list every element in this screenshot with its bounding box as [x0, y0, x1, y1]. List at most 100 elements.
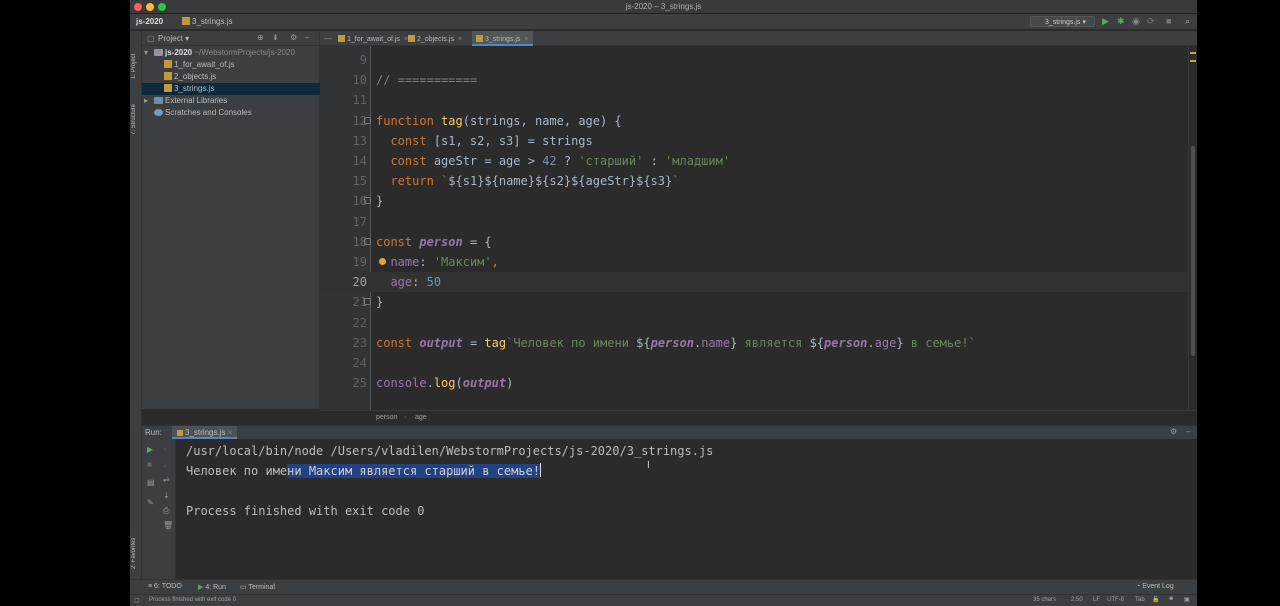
code-line[interactable]: 24 [320, 353, 1197, 373]
fold-marker-icon[interactable] [364, 116, 371, 124]
status-line-separator[interactable]: LF [1093, 597, 1100, 603]
code-line[interactable]: 13 const [s1, s2, s3] = strings [320, 131, 1197, 151]
close-tab-icon[interactable]: × [228, 428, 233, 437]
run-configuration-select[interactable]: 3_strings.js ▾ [1030, 16, 1095, 27]
status-position[interactable]: 2:50 [1071, 597, 1083, 603]
line-number[interactable]: 25 [320, 373, 367, 393]
editor-tab[interactable]: 1_for_await_of.js × [334, 31, 412, 46]
inspector-icon[interactable]: ☻ [1168, 596, 1174, 602]
run-tool-button[interactable]: ▶ 4: Run [198, 583, 226, 591]
line-number[interactable]: 9 [320, 50, 367, 70]
project-view-select[interactable]: Project ▾ [158, 34, 189, 43]
run-tab[interactable]: 3_strings.js × [172, 426, 238, 439]
run-icon[interactable]: ▶ [1102, 16, 1109, 27]
line-number[interactable]: 24 [320, 353, 367, 373]
lock-icon[interactable]: 🔓 [1152, 596, 1159, 603]
close-tab-icon[interactable]: × [458, 36, 462, 43]
line-number[interactable]: 18 [320, 232, 367, 252]
line-number[interactable]: 13 [320, 131, 367, 151]
nav-crumb-file[interactable]: 3_strings.js [182, 17, 232, 26]
editor-tab[interactable]: 2_objects.js × [404, 31, 466, 46]
line-number[interactable]: 12 [320, 111, 367, 131]
editor-tab-active[interactable]: 3_strings.js × [472, 31, 533, 46]
structure-tool-button[interactable]: 7: Structure [131, 87, 141, 135]
tree-file[interactable]: 2_objects.js [142, 71, 320, 83]
code-line[interactable]: 9 [320, 50, 1197, 70]
run-console[interactable]: ▶ ↑ ■ ↓ ▤ ⇌ ⇣ ✎ ⎙ 🗑 /usr/local/bin/node … [142, 439, 1197, 579]
nav-crumb-project[interactable]: js-2020 [136, 17, 163, 26]
tree-file[interactable]: 1_for_await_of.js [142, 59, 320, 71]
notifications-icon[interactable]: ▣ [1184, 596, 1190, 603]
gear-icon[interactable]: ⚙ [290, 33, 297, 42]
tab-menu-icon[interactable]: — [324, 34, 332, 43]
code-line[interactable]: 22 [320, 313, 1197, 333]
status-message[interactable]: Process finished with exit code 0 [149, 597, 236, 603]
code-line[interactable]: 15 return `${s1}${name}${s2}${ageStr}${s… [320, 171, 1197, 191]
fold-marker-icon[interactable] [364, 237, 371, 245]
layout-icon[interactable]: ▤ [147, 478, 155, 487]
line-number[interactable]: 20 [320, 272, 367, 292]
soft-wrap-icon[interactable]: ⇌ [163, 475, 170, 484]
project-tool-button[interactable]: 1: Project [131, 35, 141, 79]
code-line[interactable]: 11 [320, 90, 1197, 110]
gear-icon[interactable]: ⚙ [1170, 427, 1177, 436]
fold-marker-icon[interactable] [364, 298, 371, 306]
code-line[interactable]: 17 [320, 212, 1197, 232]
scroll-to-end-icon[interactable]: ⇣ [163, 491, 170, 500]
intention-bulb-icon[interactable] [379, 258, 386, 265]
code-line[interactable]: 14 const ageStr = age > 42 ? 'старший' :… [320, 151, 1197, 171]
hide-panel-icon[interactable]: – [1186, 427, 1190, 436]
code-line[interactable]: 12 function tag(strings, name, age) { [320, 111, 1197, 131]
code-line[interactable]: 16} [320, 191, 1197, 211]
collapse-all-icon[interactable]: ⇟ [272, 33, 279, 42]
print-icon[interactable]: ⎙ [163, 506, 169, 516]
code-line[interactable]: 19 name: 'Максим', [320, 252, 1197, 272]
status-encoding[interactable]: UTF-8 [1107, 597, 1124, 603]
line-number[interactable]: 11 [320, 90, 367, 110]
search-everywhere-icon[interactable]: ⌕ [1185, 16, 1190, 27]
todo-tool-button[interactable]: ≡ 6: TODO [148, 583, 182, 590]
line-number[interactable]: 17 [320, 212, 367, 232]
code-line[interactable]: 25 console.log(output) [320, 373, 1197, 393]
code-editor[interactable]: 9 10// =========== 11 12 function tag(string… [320, 46, 1197, 410]
code-line[interactable]: 23 const output = tag`Человек по имени ${… [320, 333, 1197, 353]
tree-scratches[interactable]: Scratches and Consoles [142, 107, 320, 119]
line-number[interactable]: 14 [320, 151, 367, 171]
line-number[interactable]: 16 [320, 191, 367, 211]
terminal-tool-button[interactable]: ▭ Terminal [240, 583, 275, 591]
editor-scrollbar[interactable] [1188, 46, 1197, 410]
coverage-icon[interactable]: ◉ [1132, 16, 1140, 27]
code-line[interactable]: 21} [320, 292, 1197, 312]
stop-icon[interactable]: ■ [147, 460, 152, 469]
code-line[interactable]: 20 age: 50 [320, 272, 1197, 293]
line-number[interactable]: 22 [320, 313, 367, 333]
tree-external-libraries[interactable]: ▸ External Libraries [142, 95, 320, 107]
line-number[interactable]: 10 [320, 70, 367, 90]
trash-icon[interactable]: 🗑 [163, 521, 173, 530]
warning-marker[interactable] [1190, 60, 1196, 62]
breadcrumb-item[interactable]: person [376, 414, 397, 421]
code-line[interactable]: 18 const person = { [320, 232, 1197, 252]
fold-marker-icon[interactable] [364, 197, 371, 205]
favorites-tool-button[interactable]: 2: Favorites [131, 521, 141, 569]
locate-file-icon[interactable]: ⊕ [257, 33, 264, 42]
stop-icon[interactable]: ■ [1166, 16, 1171, 26]
line-number[interactable]: 23 [320, 333, 367, 353]
event-log-button[interactable]: ◔ Event Log [1136, 583, 1174, 590]
warning-marker[interactable] [1190, 52, 1196, 54]
arrow-up-icon[interactable]: ↑ [163, 445, 167, 454]
pin-icon[interactable]: ✎ [147, 498, 154, 507]
arrow-down-icon[interactable]: ↓ [163, 460, 167, 469]
tree-file-selected[interactable]: 3_strings.js [142, 83, 320, 95]
close-tab-icon[interactable]: × [524, 36, 528, 43]
tree-root-folder[interactable]: ▾ js-2020 ~/WebstormProjects/js-2020 [142, 47, 320, 59]
status-indent[interactable]: Tab [1135, 597, 1145, 603]
rerun-icon[interactable]: ▶ [147, 445, 153, 454]
profile-icon[interactable]: ⟳ [1147, 16, 1155, 27]
scrollbar-thumb[interactable] [1191, 146, 1195, 356]
line-number[interactable]: 15 [320, 171, 367, 191]
code-line[interactable]: 10 // =========== [320, 70, 1197, 90]
hide-panel-icon[interactable]: – [305, 33, 309, 42]
line-number[interactable]: 19 [320, 252, 367, 272]
line-number[interactable]: 21 [320, 292, 367, 312]
